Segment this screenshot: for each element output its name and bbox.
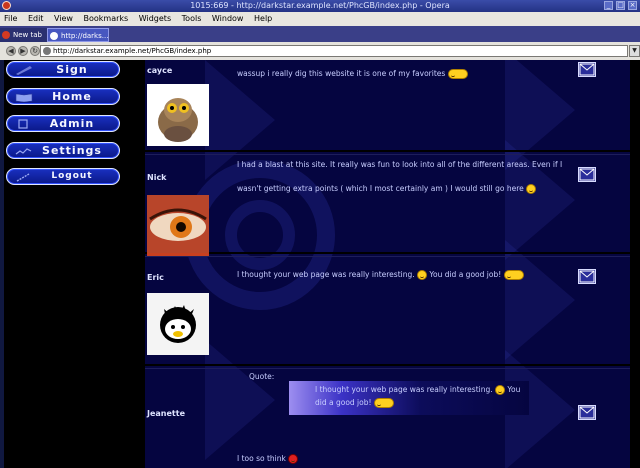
tab-label: http://darks...	[61, 32, 109, 40]
menu-edit[interactable]: Edit	[24, 12, 48, 26]
guestbook-entry: cayce wassup i really dig this website i…	[145, 60, 630, 152]
address-bar: ◀ ▶ ↻ http://darkstar.example.net/PhcGB/…	[0, 42, 640, 60]
tab-new[interactable]: New tab	[0, 28, 50, 42]
entry-text: wasn't getting extra points ( which I mo…	[237, 184, 524, 193]
quote-label: Quote:	[249, 372, 275, 381]
entry-message: I had a blast at this site. It really wa…	[237, 159, 577, 194]
door-icon	[16, 173, 30, 182]
entry-text: wassup i really dig this website it is o…	[237, 69, 446, 78]
menu-window[interactable]: Window	[208, 12, 248, 26]
email-button[interactable]	[578, 167, 596, 182]
smiley-icon	[495, 385, 506, 395]
url-dropdown-button[interactable]: ▼	[629, 45, 640, 57]
email-button[interactable]	[578, 405, 596, 420]
entry-author: Jeanette	[147, 409, 185, 418]
menu-tools[interactable]: Tools	[178, 12, 206, 26]
entry-message: wassup i really dig this website it is o…	[237, 68, 577, 79]
menu-bookmarks[interactable]: Bookmarks	[80, 12, 133, 26]
envelope-icon	[579, 406, 595, 419]
admin-button[interactable]: Admin	[6, 115, 120, 132]
tab-active-page[interactable]: http://darks...	[47, 28, 109, 42]
close-button[interactable]: ×	[628, 1, 637, 10]
url-input[interactable]: http://darkstar.example.net/PhcGB/index.…	[40, 45, 628, 57]
smiley-icon	[526, 184, 537, 194]
logout-button[interactable]: Logout	[6, 168, 120, 185]
entry-author: cayce	[147, 66, 173, 75]
email-button[interactable]	[578, 269, 596, 284]
home-button[interactable]: Home	[6, 88, 120, 105]
window-title: 1015:669 - http://darkstar.example.net/P…	[190, 1, 450, 10]
settings-button[interactable]: Settings	[6, 142, 120, 159]
globe-icon	[43, 47, 51, 55]
smiley-icon	[503, 270, 524, 280]
book-icon	[15, 93, 33, 102]
quoted-text: You	[507, 385, 521, 394]
entry-text: I too so think	[237, 454, 286, 463]
email-button[interactable]	[578, 62, 596, 77]
reload-button[interactable]: ↻	[30, 46, 40, 56]
entry-text: You did a good job!	[429, 270, 502, 279]
smiley-icon	[417, 270, 428, 280]
url-text: http://darkstar.example.net/PhcGB/index.…	[53, 47, 212, 55]
guestbook-nav: Sign Home Admin Settings Logout	[4, 60, 145, 468]
envelope-icon	[579, 168, 595, 181]
forward-button[interactable]: ▶	[18, 46, 28, 56]
page-icon	[50, 32, 58, 40]
pen-icon	[16, 66, 32, 75]
opera-icon	[2, 1, 11, 10]
envelope-icon	[579, 270, 595, 283]
guestbook-entry: Eric I thought your web page was really …	[145, 256, 630, 366]
entry-message: I too so think	[237, 453, 577, 464]
envelope-icon	[579, 63, 595, 76]
guestbook-entry: Jeanette Quote: I thought your web page …	[145, 368, 630, 468]
menu-file[interactable]: File	[0, 12, 21, 26]
minimize-button[interactable]: _	[604, 1, 613, 10]
opera-icon	[2, 31, 10, 39]
menu-widgets[interactable]: Widgets	[135, 12, 175, 26]
entry-text: I had a blast at this site. It really wa…	[237, 160, 563, 169]
devil-smiley-icon	[288, 454, 299, 464]
entry-message: I thought your web page was really inter…	[237, 269, 577, 280]
menu-bar: File Edit View Bookmarks Widgets Tools W…	[0, 12, 640, 26]
entry-text: I thought your web page was really inter…	[237, 270, 415, 279]
smiley-icon	[447, 69, 468, 79]
quoted-text: did a good job!	[315, 398, 372, 407]
maximize-button[interactable]: □	[616, 1, 625, 10]
guestbook-entry: Nick I had a blast at this site. It real…	[145, 154, 630, 257]
sign-button[interactable]: Sign	[6, 61, 120, 78]
guestbook-entries: cayce wassup i really dig this website i…	[145, 60, 630, 468]
badtz-maru-avatar	[147, 293, 209, 355]
menu-help[interactable]: Help	[250, 12, 276, 26]
web-page: Sign Home Admin Settings Logout cayce wa…	[0, 60, 640, 468]
lemur-avatar	[147, 84, 209, 146]
scrollbar[interactable]	[630, 60, 640, 468]
smiley-icon	[373, 398, 394, 408]
back-button[interactable]: ◀	[6, 46, 16, 56]
menu-view[interactable]: View	[50, 12, 77, 26]
quoted-message: I thought your web page was really inter…	[289, 381, 529, 415]
entry-author: Eric	[147, 273, 164, 282]
entry-author: Nick	[147, 173, 167, 182]
quoted-text: I thought your web page was really inter…	[315, 385, 493, 394]
tab-bar: New tab http://darks...	[0, 26, 640, 42]
gear-icon	[18, 119, 28, 129]
chart-icon	[15, 148, 32, 155]
window-title-bar[interactable]: 1015:669 - http://darkstar.example.net/P…	[0, 0, 640, 12]
tab-label: New tab	[13, 31, 42, 39]
eye-avatar	[147, 195, 209, 257]
